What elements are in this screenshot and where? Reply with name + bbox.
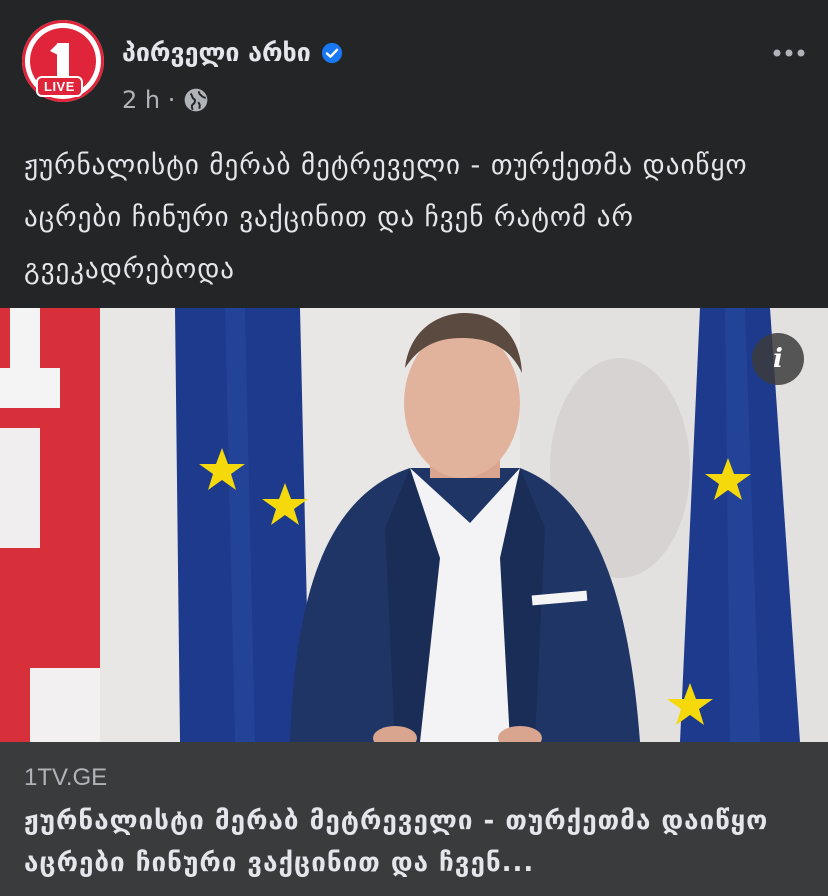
page-name[interactable]: პირველი არხი — [122, 38, 311, 67]
live-badge: LIVE — [36, 76, 83, 97]
page-avatar[interactable]: LIVE — [22, 20, 104, 102]
post-image[interactable] — [0, 308, 828, 742]
more-dots-icon — [773, 49, 805, 57]
link-title[interactable]: ჟურნალისტი მერაბ მეტრეველი - თურქეთმა და… — [24, 800, 814, 884]
post-header: LIVE პირველი არხი 2 h · — [0, 0, 828, 130]
info-icon: i — [773, 344, 783, 374]
link-domain: 1TV.GE — [24, 764, 108, 791]
post-meta: 2 h · — [122, 86, 209, 114]
verified-badge-icon — [321, 42, 342, 63]
globe-icon[interactable] — [183, 87, 209, 113]
info-button[interactable]: i — [752, 333, 804, 385]
more-options-button[interactable] — [772, 36, 806, 66]
post-photo — [0, 308, 828, 742]
post-text: ჟურნალისტი მერაბ მეტრეველი - თურქეთმა და… — [24, 150, 748, 285]
post-timestamp[interactable]: 2 h · — [122, 86, 175, 114]
link-preview[interactable]: 1TV.GE ჟურნალისტი მერაბ მეტრეველი - თურქ… — [0, 742, 828, 896]
page-name-link[interactable]: პირველი არხი — [122, 38, 343, 67]
